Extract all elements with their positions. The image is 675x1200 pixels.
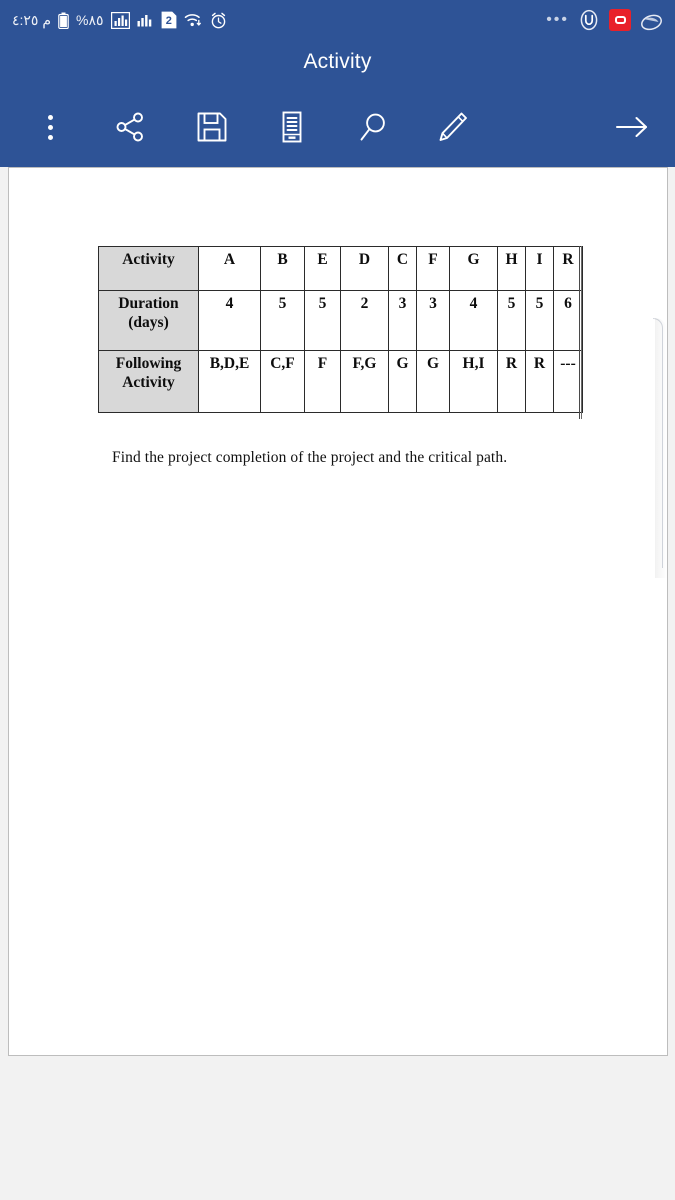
cell-activity-3: D <box>340 246 389 291</box>
activity-table: Activity A B E D C F G H I R Duration (d… <box>98 246 583 413</box>
app-bar: Activity <box>0 40 675 167</box>
cell-following-4: G <box>388 350 417 413</box>
saucer-icon <box>640 10 663 31</box>
red-square-badge-icon <box>609 9 631 31</box>
cell-following-0: B,D,E <box>198 350 261 413</box>
cell-duration-0: 4 <box>198 290 261 351</box>
row-label-following-line2: Activity <box>122 373 175 391</box>
cell-activity-2: E <box>304 246 341 291</box>
arrow-right-icon <box>612 110 652 144</box>
battery-icon <box>58 12 69 29</box>
save-icon <box>195 110 229 144</box>
signal-bars-icon <box>110 11 130 29</box>
share-button[interactable] <box>103 98 157 156</box>
row-label-following-line1: Following <box>115 355 182 372</box>
toolbar <box>0 98 675 156</box>
cell-duration-3: 2 <box>340 290 389 351</box>
cell-activity-6: G <box>449 246 498 291</box>
table-row: Activity A B E D C F G H I R <box>98 246 583 291</box>
status-bar-left: م ٤:٢٥ %٨٥ 2 <box>12 11 227 29</box>
cell-activity-0: A <box>198 246 261 291</box>
sim-slot-number: 2 <box>165 15 171 27</box>
sim-2-icon: 2 <box>161 11 177 29</box>
share-icon <box>113 110 147 144</box>
alarm-clock-icon <box>210 12 227 29</box>
battery-percent: %٨٥ <box>76 11 104 28</box>
save-button[interactable] <box>185 98 239 156</box>
table-right-rule <box>579 246 582 419</box>
cell-following-2: F <box>304 350 341 413</box>
document-content: Activity A B E D C F G H I R Duration (d… <box>98 246 598 466</box>
cell-activity-1: B <box>260 246 305 291</box>
question-text: Find the project completion of the proje… <box>112 449 508 466</box>
search-button[interactable] <box>346 98 400 156</box>
cell-following-8: R <box>525 350 554 413</box>
table-row: Duration (days) 4 5 5 2 3 3 4 5 5 6 <box>98 290 583 351</box>
search-icon <box>356 110 390 144</box>
document-page[interactable]: Activity A B E D C F G H I R Duration (d… <box>8 167 668 1056</box>
more-options-button[interactable] <box>23 98 77 156</box>
status-clock: م ٤:٢٥ <box>12 11 52 28</box>
cell-duration-5: 3 <box>416 290 450 351</box>
row-label-activity: Activity <box>98 246 199 291</box>
table-row: Following Activity B,D,E C,F F F,G G G H… <box>98 350 583 413</box>
row-label-duration-line1: Duration <box>118 295 179 312</box>
row-label-duration: Duration (days) <box>98 290 199 351</box>
status-bar-right: ••• <box>546 9 663 31</box>
notes-button[interactable] <box>265 98 319 156</box>
edit-icon <box>436 110 470 144</box>
cell-following-5: G <box>416 350 450 413</box>
cell-following-1: C,F <box>260 350 305 413</box>
edit-button[interactable] <box>426 98 480 156</box>
page-edge-shadow <box>655 318 667 578</box>
overflow-dots-icon: ••• <box>546 11 569 29</box>
cell-activity-7: H <box>497 246 526 291</box>
cell-duration-4: 3 <box>388 290 417 351</box>
cell-activity-8: I <box>525 246 554 291</box>
wifi-icon <box>184 12 203 28</box>
page-curl-edge <box>653 318 663 568</box>
app-root: م ٤:٢٥ %٨٥ 2 ••• Activity Activity A B E… <box>0 0 675 1200</box>
status-bar: م ٤:٢٥ %٨٥ 2 ••• <box>0 0 675 40</box>
cell-following-6: H,I <box>449 350 498 413</box>
cell-following-3: F,G <box>340 350 389 413</box>
row-label-following: Following Activity <box>98 350 199 413</box>
cell-duration-2: 5 <box>304 290 341 351</box>
cell-duration-1: 5 <box>260 290 305 351</box>
more-options-icon <box>47 114 53 140</box>
next-button[interactable] <box>605 98 659 156</box>
cell-activity-5: F <box>416 246 450 291</box>
cell-following-7: R <box>497 350 526 413</box>
signal-bars-secondary-icon <box>137 12 154 29</box>
u-circle-icon <box>578 9 600 31</box>
cell-duration-7: 5 <box>497 290 526 351</box>
cell-duration-8: 5 <box>525 290 554 351</box>
page-title: Activity <box>303 50 372 73</box>
row-label-duration-line2: (days) <box>128 313 169 331</box>
notes-icon <box>275 110 309 144</box>
cell-duration-6: 4 <box>449 290 498 351</box>
cell-activity-4: C <box>388 246 417 291</box>
